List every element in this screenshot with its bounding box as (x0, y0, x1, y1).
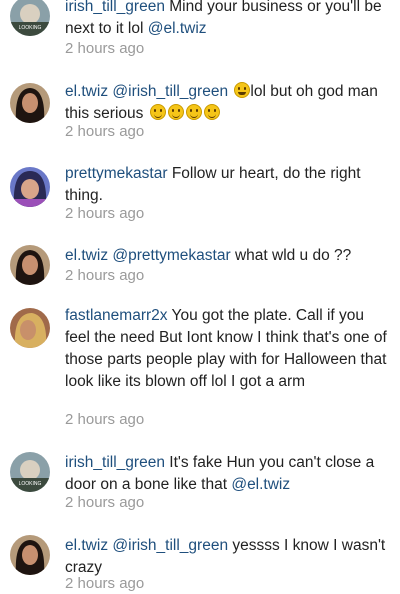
username-link[interactable]: el.twiz (65, 537, 108, 554)
avatar[interactable]: LOOKING (10, 452, 50, 492)
mention-link[interactable]: @el.twiz (148, 20, 207, 37)
mention-link[interactable]: @irish_till_green (112, 537, 228, 554)
comment-text: el.twiz @prettymekastar what wld u do ?? (65, 247, 352, 264)
mention-link[interactable]: @el.twiz (231, 476, 290, 493)
mention-link[interactable]: @prettymekastar (112, 247, 230, 264)
avatar[interactable] (10, 83, 50, 123)
username-link[interactable]: fastlanemarr2x (65, 307, 168, 324)
mention-link[interactable]: @irish_till_green (112, 83, 228, 100)
timestamp: 2 hours ago (65, 267, 145, 284)
timestamp: 2 hours ago (65, 205, 145, 222)
timestamp: 2 hours ago (65, 123, 145, 140)
smiley-emoji-icon (167, 104, 184, 120)
svg-text:LOOKING: LOOKING (19, 25, 42, 31)
timestamp: 2 hours ago (65, 411, 145, 428)
svg-text:LOOKING: LOOKING (19, 481, 42, 487)
comment-text: irish_till_green It's fake Hun you can't… (65, 454, 375, 493)
laughing-emoji-icon (234, 82, 251, 98)
username-link[interactable]: prettymekastar (65, 165, 168, 182)
comment-text: el.twiz @irish_till_green yessss I know … (65, 537, 386, 576)
comment-text: fastlanemarr2x You got the plate. Call i… (65, 307, 387, 390)
avatar[interactable] (10, 535, 50, 575)
username-link[interactable]: el.twiz (65, 83, 108, 100)
comment-text: irish_till_green Mind your business or y… (65, 0, 382, 37)
timestamp: 2 hours ago (65, 575, 145, 592)
username-link[interactable]: irish_till_green (65, 0, 165, 15)
timestamp: 2 hours ago (65, 494, 145, 511)
timestamp: 2 hours ago (65, 40, 145, 57)
avatar[interactable] (10, 308, 50, 348)
comment-text: prettymekastar Follow ur heart, do the r… (65, 165, 361, 204)
smiley-emoji-icon (149, 104, 166, 120)
avatar[interactable] (10, 245, 50, 285)
username-link[interactable]: el.twiz (65, 247, 108, 264)
avatar[interactable]: LOOKING (10, 0, 50, 36)
smiley-emoji-icon (203, 104, 220, 120)
comment-text: el.twiz @irish_till_green lol but oh god… (65, 82, 378, 122)
smiley-emoji-icon (185, 104, 202, 120)
avatar[interactable] (10, 167, 50, 207)
username-link[interactable]: irish_till_green (65, 454, 165, 471)
